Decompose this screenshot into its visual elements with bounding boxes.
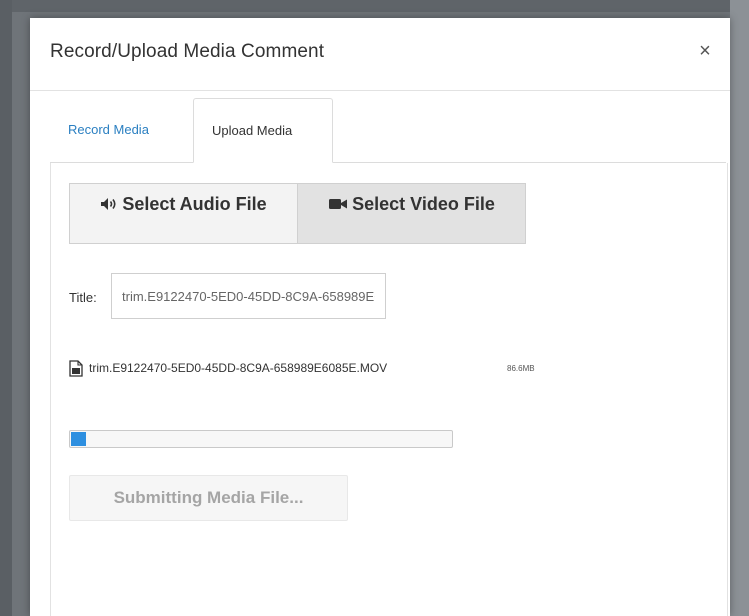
select-audio-file-button[interactable]: Select Audio File (69, 183, 298, 244)
speaker-icon (100, 194, 118, 216)
title-label: Title: (69, 290, 97, 305)
media-comment-dialog: Record/Upload Media Comment × Record Med… (30, 18, 730, 616)
backdrop-left (0, 0, 12, 616)
select-video-label: Select Video File (352, 194, 495, 214)
close-icon: × (699, 40, 711, 62)
dialog-header: Record/Upload Media Comment × (30, 18, 730, 91)
title-input[interactable] (111, 273, 386, 319)
file-icon (69, 360, 83, 382)
file-name: trim.E9122470-5ED0-45DD-8C9A-658989E6085… (89, 361, 388, 375)
upload-progress-fill (71, 432, 86, 446)
tab-upload-media[interactable]: Upload Media (193, 98, 333, 163)
video-camera-icon (328, 194, 348, 216)
submit-media-button[interactable]: Submitting Media File... (69, 475, 348, 521)
close-button[interactable]: × (692, 38, 718, 64)
dialog-title: Record/Upload Media Comment (50, 41, 325, 62)
tab-bar: Record Media Upload Media (50, 98, 726, 163)
upload-panel: Select Audio File Select Video File Titl… (50, 163, 728, 616)
backdrop-top (0, 0, 749, 12)
upload-progress-bar (69, 430, 453, 448)
select-audio-label: Select Audio File (122, 194, 267, 214)
backdrop-right (730, 0, 749, 616)
tab-record-media[interactable]: Record Media (50, 98, 193, 162)
file-size: 86.6MB (507, 364, 535, 373)
selected-file-row: trim.E9122470-5ED0-45DD-8C9A-658989E6085… (69, 359, 589, 379)
select-video-file-button[interactable]: Select Video File (297, 183, 526, 244)
